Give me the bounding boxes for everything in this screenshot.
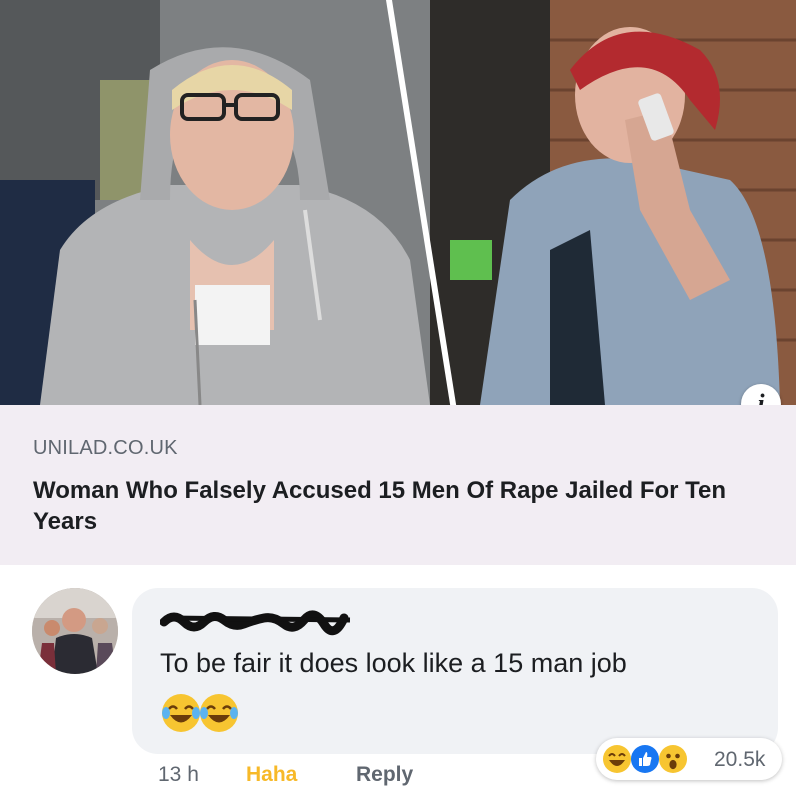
like-reaction-icon (631, 745, 659, 773)
wow-reaction-icon (659, 745, 687, 773)
commenter-avatar[interactable] (32, 588, 118, 674)
reaction-count: 20.5k (714, 748, 766, 771)
right-photo (430, 0, 796, 405)
comment-text: To be fair it does look like a 15 man jo… (160, 648, 627, 678)
left-photo (0, 0, 430, 405)
tears-of-joy-emoji (200, 694, 238, 732)
commenter-name-redacted (160, 610, 351, 636)
link-domain: UNILAD.CO.UK (33, 437, 178, 459)
reply-button[interactable]: Reply (356, 763, 413, 787)
link-preview-card[interactable]: i UNILAD.CO.UK Woman Who Falsely Accused… (0, 0, 796, 565)
haha-reaction-icon (603, 745, 631, 773)
comment-timestamp[interactable]: 13 h (158, 763, 199, 787)
tears-of-joy-emoji (162, 694, 200, 732)
link-headline[interactable]: Woman Who Falsely Accused 15 Men Of Rape… (33, 475, 773, 537)
haha-reaction-button[interactable]: Haha (246, 763, 297, 787)
